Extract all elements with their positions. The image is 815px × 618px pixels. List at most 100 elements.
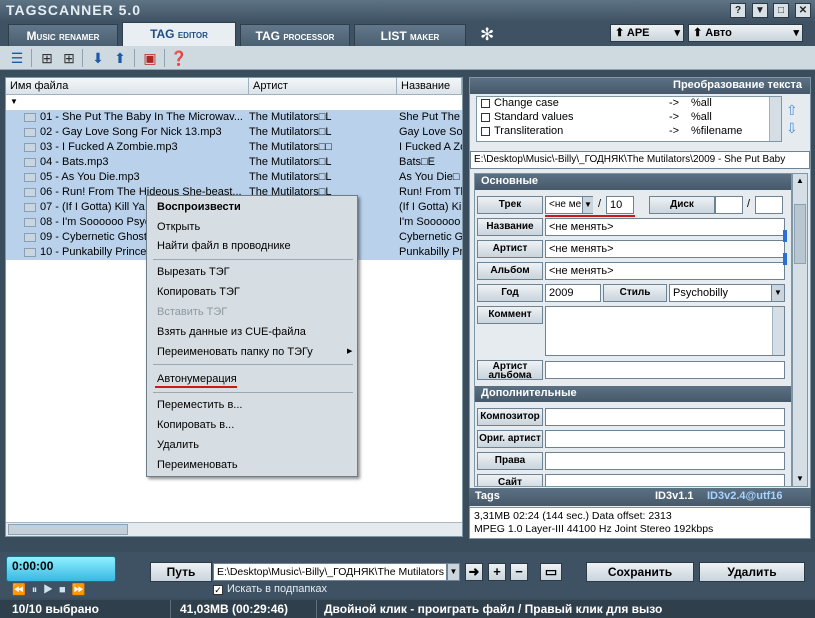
menu-item-copy-to[interactable]: Копировать в... — [157, 416, 353, 434]
stop-icon[interactable]: ■ — [59, 584, 72, 596]
subfolders-checkbox[interactable]: ✓ — [213, 585, 223, 595]
list-view-icon[interactable]: ☰ — [8, 49, 26, 67]
disc-field[interactable] — [715, 196, 743, 214]
play-icon[interactable]: ▶ — [43, 584, 59, 596]
help-button[interactable]: ? — [730, 3, 746, 18]
genre-field[interactable]: Psychobilly — [669, 284, 785, 302]
album-artist-button[interactable]: Артист альбома — [477, 360, 543, 381]
move-up-icon[interactable]: ⇧ — [786, 102, 798, 119]
open-folder-icon[interactable]: ▭ — [540, 563, 562, 581]
menu-item-move-to[interactable]: Переместить в... — [157, 396, 353, 414]
tab-tag-editor[interactable]: TAG editor — [122, 22, 236, 46]
menu-item-delete[interactable]: Удалить — [157, 436, 353, 454]
menu-item-paste-tag[interactable]: Вставить ТЭГ — [157, 303, 353, 321]
album-field[interactable]: <не менять> — [545, 262, 785, 280]
move-down-icon[interactable]: ⬇ — [89, 49, 107, 67]
scroll-up-icon[interactable]: ▲ — [793, 174, 807, 188]
tab-list-maker[interactable]: LIST maker — [354, 24, 466, 46]
menu-item-cut-tag[interactable]: Вырезать ТЭГ — [157, 263, 353, 281]
year-field[interactable]: 2009 — [545, 284, 601, 302]
track-total-field[interactable]: 10 — [606, 196, 634, 214]
album-button[interactable]: Альбом — [477, 262, 543, 280]
scrollbar-thumb[interactable] — [8, 524, 128, 535]
composer-field[interactable] — [545, 408, 785, 426]
genre-button[interactable]: Стиль — [603, 284, 667, 302]
dropdown-arrow-icon[interactable]: ▼ — [771, 285, 784, 301]
add-icon[interactable]: + — [488, 563, 506, 581]
disc-button[interactable]: Диск — [649, 196, 715, 214]
checkbox[interactable] — [481, 113, 490, 122]
vertical-scrollbar[interactable] — [769, 97, 781, 141]
orig-artist-field[interactable] — [545, 430, 785, 448]
go-arrow-icon[interactable]: ➜ — [465, 563, 483, 581]
mode-value: Авто — [705, 27, 732, 39]
fields-scrollbar[interactable]: ▲ ▼ — [792, 173, 808, 487]
tag-format-select[interactable]: ⬆ APE ▾ — [610, 24, 684, 42]
tab-music-renamer[interactable]: Music renamer — [8, 24, 118, 46]
disc-total-field[interactable] — [755, 196, 783, 214]
horizontal-scrollbar[interactable] — [6, 522, 462, 536]
table-row[interactable]: 04 - Bats.mp3 The Mutilators□L Bats□E — [6, 155, 462, 170]
table-row[interactable]: 03 - I Fucked A Zombie.mp3 The Mutilators… — [6, 140, 462, 155]
menu-item-find-in-explorer[interactable]: Найти файл в проводнике — [157, 237, 353, 255]
path-input[interactable]: E:\Desktop\Music\-Billy\_ГОДНЯК\The Muti… — [213, 563, 447, 581]
tab-tag-processor[interactable]: TAG processor — [240, 24, 350, 46]
scrollbar-thumb[interactable] — [794, 204, 806, 264]
save-button[interactable]: Сохранить — [586, 562, 694, 582]
artist-field[interactable]: <не менять> — [545, 240, 785, 258]
album-artist-field[interactable] — [545, 361, 785, 379]
comment-textarea[interactable] — [545, 306, 785, 356]
move-up-icon[interactable]: ⬆ — [111, 49, 129, 67]
rewind-icon[interactable]: ⏪ — [12, 584, 32, 596]
track-button[interactable]: Трек — [477, 196, 543, 214]
rights-button[interactable]: Права — [477, 452, 543, 470]
path-button[interactable]: Путь — [150, 562, 212, 582]
grid-select-icon[interactable]: ⊞ — [60, 49, 78, 67]
menu-item-cue-data[interactable]: Взять данные из CUE-файла — [157, 323, 353, 341]
menu-item-rename-folder[interactable]: Переименовать папку по ТЭГу — [157, 343, 353, 361]
maximize-button[interactable]: □ — [773, 3, 789, 18]
scroll-down-icon[interactable]: ▼ — [793, 472, 807, 486]
site-field[interactable] — [545, 474, 785, 486]
column-header-title[interactable]: Название — [397, 78, 462, 95]
title-button[interactable]: Название — [477, 218, 543, 236]
menu-item-copy-tag[interactable]: Копировать ТЭГ — [157, 283, 353, 301]
grid-view-icon[interactable]: ⊞ — [38, 49, 56, 67]
forward-icon[interactable]: ⏩ — [72, 584, 92, 596]
file-name-cell: 01 - She Put The Baby In The Microwav... — [40, 111, 243, 123]
artist-button[interactable]: Артист — [477, 240, 543, 258]
toolbar-separator — [164, 49, 165, 67]
column-header-artist[interactable]: Артист — [249, 78, 397, 95]
dropdown-arrow-icon[interactable]: ▼ — [582, 197, 593, 213]
table-row[interactable]: 05 - As You Die.mp3 The Mutilators□L As Yo… — [6, 170, 462, 185]
composer-button[interactable]: Композитор — [477, 408, 543, 426]
delete-button[interactable]: Удалить — [699, 562, 805, 582]
title-field[interactable]: <не менять> — [545, 218, 785, 236]
checkbox[interactable] — [481, 127, 490, 136]
pause-icon[interactable]: ⏸ — [32, 584, 44, 596]
image-icon[interactable]: ▣ — [141, 49, 159, 67]
vertical-scrollbar[interactable] — [772, 307, 784, 355]
checkbox[interactable] — [481, 99, 490, 108]
column-header-filename[interactable]: Имя файла — [6, 78, 249, 95]
dropdown-arrow-icon[interactable]: ▼ — [447, 563, 460, 581]
menu-item-open[interactable]: Открыть — [157, 218, 353, 236]
orig-artist-button[interactable]: Ориг. артист — [477, 430, 543, 448]
year-button[interactable]: Год — [477, 284, 543, 302]
title-cell: (If I Gotta) Ki — [399, 201, 462, 213]
move-down-icon[interactable]: ⇩ — [786, 120, 798, 137]
comment-button[interactable]: Коммент — [477, 306, 543, 324]
minimize-button[interactable]: ▼ — [752, 3, 768, 18]
site-button[interactable]: Сайт — [477, 474, 543, 486]
rights-field[interactable] — [545, 452, 785, 470]
settings-gear-icon[interactable]: ✻ — [480, 25, 494, 45]
menu-item-rename[interactable]: Переименовать — [157, 456, 353, 474]
close-button[interactable]: ✕ — [795, 3, 811, 18]
table-row[interactable]: 02 - Gay Love Song For Nick 13.mp3 The Mu… — [6, 125, 462, 140]
audio-file-icon — [24, 203, 36, 212]
remove-icon[interactable]: − — [510, 563, 528, 581]
table-row[interactable]: 01 - She Put The Baby In The Microwav...… — [6, 110, 462, 125]
info-icon[interactable]: ❓ — [170, 49, 188, 67]
mode-select[interactable]: ⬆ Авто ▾ — [688, 24, 803, 42]
menu-item-play[interactable]: Воспроизвести — [157, 198, 353, 216]
